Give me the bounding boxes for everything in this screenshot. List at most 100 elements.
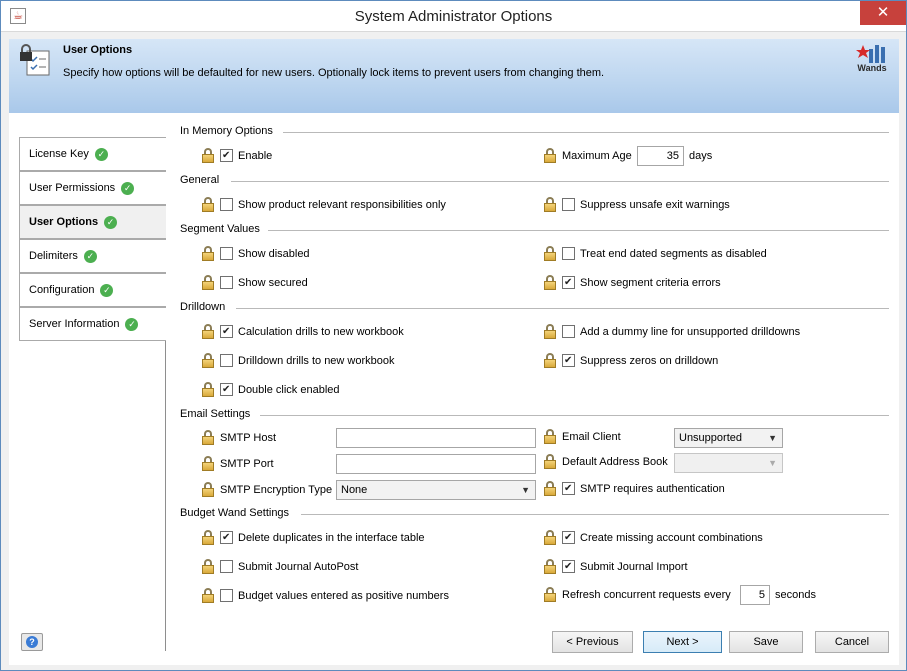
lock-icon[interactable]: [543, 246, 557, 261]
default-address-book-option: Default Address Book: [543, 454, 668, 469]
check-circle-icon: ✓: [83, 249, 97, 263]
lock-icon[interactable]: [201, 353, 215, 368]
sidebar-item-server-information[interactable]: Server Information ✓: [19, 307, 166, 341]
lock-icon[interactable]: [201, 382, 215, 397]
suppress-exit-checkbox[interactable]: [562, 198, 575, 211]
lock-icon[interactable]: [201, 482, 215, 497]
dummy-line-checkbox[interactable]: [562, 325, 575, 338]
sidebar-item-delimiters[interactable]: Delimiters ✓: [19, 239, 166, 273]
show-secured-checkbox[interactable]: [220, 276, 233, 289]
drilldown-drills-checkbox[interactable]: [220, 354, 233, 367]
sidebar-item-user-options[interactable]: User Options ✓: [19, 205, 166, 239]
lock-icon[interactable]: [201, 456, 215, 471]
previous-button[interactable]: < Previous: [552, 631, 633, 653]
lock-icon[interactable]: [543, 324, 557, 339]
lock-icon[interactable]: [543, 530, 557, 545]
smtp-encryption-select[interactable]: None ▼: [336, 480, 536, 500]
sidebar-item-label: Server Information: [29, 318, 120, 330]
help-button[interactable]: ?: [21, 633, 43, 651]
maximum-age-input[interactable]: 35: [637, 146, 684, 166]
main-content: License Key ✓ User Permissions ✓ User Op…: [9, 113, 899, 665]
sidebar-item-configuration[interactable]: Configuration ✓: [19, 273, 166, 307]
app-window: ☕ System Administrator Options ✕ User Op…: [0, 0, 907, 671]
smtp-auth-checkbox[interactable]: [562, 482, 575, 495]
section-title-email-settings: Email Settings: [180, 408, 251, 420]
section-title-in-memory: In Memory Options: [180, 125, 273, 137]
drilldown-drills-option: Drilldown drills to new workbook: [201, 353, 395, 368]
show-disabled-option: Show disabled: [201, 246, 310, 261]
close-button[interactable]: ✕: [860, 1, 906, 25]
suppress-zeros-checkbox[interactable]: [562, 354, 575, 367]
smtp-host-label: SMTP Host: [220, 431, 277, 444]
suppress-zeros-label: Suppress zeros on drilldown: [580, 354, 719, 367]
lock-icon[interactable]: [543, 454, 557, 469]
show-product-option: Show product relevant responsibilities o…: [201, 197, 446, 212]
sidebar-item-label: User Permissions: [29, 182, 116, 194]
lock-icon[interactable]: [543, 197, 557, 212]
sidebar-item-user-permissions[interactable]: User Permissions ✓: [19, 171, 166, 205]
submit-autopost-checkbox[interactable]: [220, 560, 233, 573]
treat-end-dated-checkbox[interactable]: [562, 247, 575, 260]
smtp-port-input[interactable]: [336, 454, 536, 474]
banner-description: Specify how options will be defaulted fo…: [63, 67, 605, 79]
double-click-checkbox[interactable]: [220, 383, 233, 396]
lock-icon[interactable]: [543, 353, 557, 368]
cancel-button[interactable]: Cancel: [815, 631, 889, 653]
lock-icon[interactable]: [201, 588, 215, 603]
wands-logo-text: Wands: [857, 63, 887, 73]
lock-icon[interactable]: [201, 559, 215, 574]
show-secured-option: Show secured: [201, 275, 308, 290]
smtp-encryption-label: SMTP Encryption Type: [220, 483, 333, 496]
calc-drills-checkbox[interactable]: [220, 325, 233, 338]
banner-title: User Options: [63, 44, 133, 56]
suppress-zeros-option: Suppress zeros on drilldown: [543, 353, 718, 368]
positive-numbers-checkbox[interactable]: [220, 589, 233, 602]
lock-icon[interactable]: [543, 148, 557, 163]
refresh-option: Refresh concurrent requests every: [543, 587, 731, 602]
lock-icon[interactable]: [201, 246, 215, 261]
submit-import-checkbox[interactable]: [562, 560, 575, 573]
show-disabled-checkbox[interactable]: [220, 247, 233, 260]
submit-autopost-label: Submit Journal AutoPost: [238, 560, 359, 573]
lock-icon[interactable]: [543, 481, 557, 496]
lock-icon[interactable]: [201, 430, 215, 445]
sidebar-item-license-key[interactable]: License Key ✓: [19, 137, 166, 171]
submit-autopost-option: Submit Journal AutoPost: [201, 559, 358, 574]
lock-icon[interactable]: [201, 148, 215, 163]
section-title-drilldown: Drilldown: [180, 301, 226, 313]
lock-icon[interactable]: [543, 559, 557, 574]
smtp-host-input[interactable]: [336, 428, 536, 448]
lock-icon[interactable]: [201, 530, 215, 545]
treat-end-dated-option: Treat end dated segments as disabled: [543, 246, 767, 261]
show-secured-label: Show secured: [238, 276, 308, 289]
lock-icon[interactable]: [543, 429, 557, 444]
default-address-book-label: Default Address Book: [562, 455, 668, 468]
create-missing-checkbox[interactable]: [562, 531, 575, 544]
show-product-checkbox[interactable]: [220, 198, 233, 211]
email-client-select[interactable]: Unsupported ▼: [674, 428, 783, 448]
lock-icon[interactable]: [543, 275, 557, 290]
default-address-book-select[interactable]: ▼: [674, 453, 783, 473]
refresh-seconds-input[interactable]: 5: [740, 585, 770, 605]
dummy-line-label: Add a dummy line for unsupported drilldo…: [580, 325, 801, 338]
smtp-auth-option: SMTP requires authentication: [543, 481, 725, 496]
section-title-general: General: [180, 174, 220, 186]
lock-icon[interactable]: [201, 197, 215, 212]
calc-drills-label: Calculation drills to new workbook: [238, 325, 404, 338]
delete-duplicates-checkbox[interactable]: [220, 531, 233, 544]
calc-drills-option: Calculation drills to new workbook: [201, 324, 404, 339]
next-button[interactable]: Next >: [643, 631, 722, 653]
save-button[interactable]: Save: [729, 631, 803, 653]
section-divider: [301, 514, 889, 515]
header-banner: User Options Specify how options will be…: [9, 39, 899, 113]
chevron-down-icon: ▼: [768, 458, 777, 468]
lock-icon[interactable]: [543, 587, 557, 602]
smtp-port-label: SMTP Port: [220, 457, 274, 470]
show-criteria-errors-checkbox[interactable]: [562, 276, 575, 289]
email-client-value: Unsupported: [679, 432, 742, 444]
sidebar-item-label: User Options: [29, 216, 99, 228]
window-title: System Administrator Options: [354, 8, 553, 25]
lock-icon[interactable]: [201, 324, 215, 339]
enable-checkbox[interactable]: [220, 149, 233, 162]
lock-icon[interactable]: [201, 275, 215, 290]
